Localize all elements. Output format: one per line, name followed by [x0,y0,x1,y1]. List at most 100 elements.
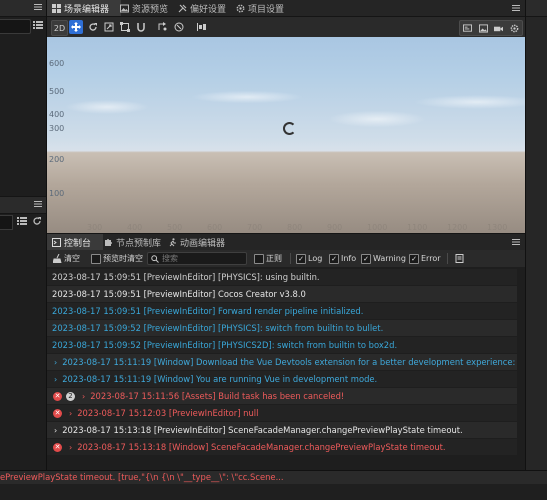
expand-chevron-icon[interactable]: › [54,358,57,367]
console-search-input[interactable]: 搜索 [147,252,247,265]
move-tool-button[interactable] [69,20,83,34]
wrench-icon [178,4,187,12]
tab-preferences[interactable]: 偏好设置 [173,0,231,16]
expand-chevron-icon[interactable]: › [54,426,57,435]
log-filter-toggle[interactable]: Log [296,252,322,265]
error-icon: ✕ [53,442,62,452]
x-axis-label: 700 [247,223,263,232]
tab-scene-editor[interactable]: 场景编辑器 [47,0,121,16]
tab-label: 控制台 [64,238,92,249]
log-row[interactable]: ✕ › 2023-08-17 15:12:03 [PreviewInEditor] … [47,405,517,421]
globe-icon [174,22,184,32]
image-icon[interactable] [478,23,488,33]
refresh-icon[interactable] [32,216,42,226]
gear-icon [236,4,245,12]
log-text: 2023-08-17 15:09:52 [PreviewInEditor] [P… [52,323,384,333]
log-text: 2023-08-17 15:13:18 [PreviewInEditor] Sc… [62,425,463,435]
menu-icon[interactable] [512,238,520,246]
tab-project-settings[interactable]: 项目设置 [231,0,289,16]
magnet-icon [137,23,145,32]
log-row[interactable]: 2023-08-17 15:09:51 [PreviewInEditor] Fo… [47,303,517,319]
log-row[interactable]: 2023-08-17 15:09:51 [PreviewInEditor] [P… [47,269,517,285]
scale-icon [104,22,114,32]
align-button[interactable] [195,20,208,34]
rect-tool-button[interactable] [119,20,131,34]
screen-icon[interactable] [463,23,473,33]
toolbar-separator [290,253,291,264]
tab-console[interactable]: 控制台 [47,234,103,250]
expand-chevron-icon[interactable]: › [69,409,72,418]
y-axis-label: 300 [49,124,65,133]
log-text: 2023-08-17 15:12:03 [PreviewInEditor] nu… [77,408,259,418]
error-label: Error [421,254,441,263]
log-row[interactable]: 2023-08-17 15:09:52 [PreviewInEditor] [P… [47,320,517,336]
expand-chevron-icon[interactable]: › [54,375,57,384]
pivot-button[interactable] [157,20,169,34]
scale-tool-button[interactable] [103,20,115,34]
checkbox[interactable] [329,253,339,264]
list-sort-icon[interactable] [33,20,43,30]
assets-search-input[interactable] [0,215,13,230]
menu-icon[interactable] [34,3,42,11]
mode-2d-button[interactable]: 2D [51,20,68,36]
log-row[interactable]: ✕ 2 › 2023-08-17 15:11:56 [Assets] Build ta… [47,388,517,404]
x-axis-label: 1300 [487,223,508,232]
loading-spinner-icon [283,122,296,135]
log-text: 2023-08-17 15:09:51 [PreviewInEditor] Fo… [52,306,364,316]
log-text: 2023-08-17 15:09:51 [PreviewInEditor] Co… [52,289,306,299]
search-placeholder: 搜索 [162,254,178,263]
status-bar[interactable]: ePreviewPlayState timeout. [true,"{\n {\… [0,470,547,485]
log-label: Log [308,254,323,263]
x-axis-label: 600 [207,223,223,232]
status-message: ePreviewPlayState timeout. [true,"{\n {\… [0,472,284,482]
rotate-icon [89,23,97,31]
log-row[interactable]: › 2023-08-17 15:13:18 [PreviewInEditor] S… [47,422,517,438]
tab-animation-editor[interactable]: 动画编辑器 [163,234,230,250]
log-text: 2023-08-17 15:09:51 [PreviewInEditor] [P… [52,272,320,282]
checkbox[interactable] [361,253,371,264]
tab-label: 资源预览 [132,4,169,15]
checkbox[interactable] [296,253,306,264]
tab-label: 场景编辑器 [64,4,110,15]
document-icon[interactable] [455,254,464,263]
error-icon: ✕ [53,408,62,418]
terminal-icon [52,237,61,247]
rotate-tool-button[interactable] [87,20,99,34]
info-filter-toggle[interactable]: Info [329,252,356,265]
list-sort-icon[interactable] [17,216,27,226]
expand-chevron-icon[interactable]: › [82,392,85,401]
view-options-group [459,20,523,36]
warning-label: Warning [373,254,406,263]
log-row[interactable]: › 2023-08-17 15:11:19 [Window] You are ru… [47,371,517,387]
coordinate-button[interactable] [173,20,185,34]
menu-icon[interactable] [512,4,520,12]
scene-viewport[interactable]: 600 500 400 300 200 100 300 400 500 600 700 800 900… [47,37,525,233]
regex-label: 正则 [266,254,282,263]
error-filter-toggle[interactable]: Error [409,252,441,265]
expand-chevron-icon[interactable]: › [69,443,72,452]
checkbox[interactable] [409,253,419,264]
log-row[interactable]: ✕ › 2023-08-17 15:13:18 [Window] SceneFaca… [47,439,517,455]
regex-toggle[interactable]: 正则 [254,252,282,265]
tab-node-library[interactable]: 节点预制库 [99,234,166,250]
camera-icon[interactable] [494,24,504,33]
puzzle-icon [105,238,112,246]
tab-asset-preview[interactable]: 资源预览 [115,0,173,16]
clear-on-preview-toggle[interactable]: 预览时清空 [91,252,143,265]
clear-label: 清空 [64,254,80,263]
warning-filter-toggle[interactable]: Warning [361,252,406,265]
checkbox[interactable] [91,253,101,264]
hierarchy-search-input[interactable] [0,19,31,34]
gear-icon[interactable] [510,24,519,33]
x-axis-label: 1100 [407,223,428,232]
menu-icon[interactable] [34,200,42,208]
checkbox[interactable] [254,253,264,264]
transform-tool-button[interactable] [135,20,147,34]
log-row[interactable]: 2023-08-17 15:09:52 [PreviewInEditor] [P… [47,337,517,353]
x-axis-label: 400 [127,223,143,232]
log-row[interactable]: 2023-08-17 15:09:51 [PreviewInEditor] Co… [47,286,517,302]
log-row[interactable]: › 2023-08-17 15:11:19 [Window] Download t… [47,354,517,370]
clear-button[interactable]: 清空 [53,252,80,265]
x-axis-label: 1200 [447,223,468,232]
log-text: 2023-08-17 15:11:19 [Window] Download th… [62,357,516,367]
